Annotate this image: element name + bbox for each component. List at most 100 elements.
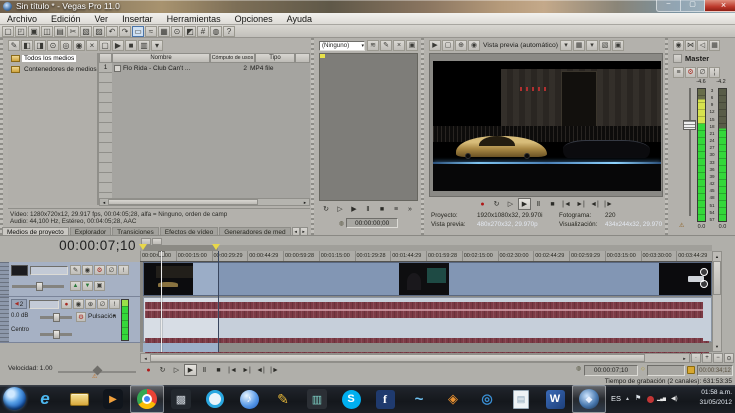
taskbar-media-player-button[interactable]: ▶ xyxy=(96,385,130,413)
solo-track-button[interactable]: ! xyxy=(118,265,129,275)
solo-track-button[interactable]: ! xyxy=(109,299,120,309)
start-preview-button[interactable]: ▶ xyxy=(112,39,124,51)
trimmer-plugin-dropdown[interactable]: (Ninguno) ▾ xyxy=(319,40,365,51)
undo-button[interactable]: ↶ xyxy=(106,25,118,37)
play-from-start-button[interactable]: ▷ xyxy=(504,198,517,210)
vscroll-up-arrow[interactable]: ▲ xyxy=(713,252,721,261)
close-media-button[interactable]: × xyxy=(393,40,405,51)
playhead-cursor[interactable] xyxy=(161,251,162,352)
timeline-hscrollbar[interactable]: ◄ ► xyxy=(140,353,690,363)
scroll-right-arrow[interactable]: ► xyxy=(301,200,309,205)
master-fx-button[interactable]: ⚙ xyxy=(685,66,696,78)
pause-button[interactable]: Ⅱ xyxy=(532,198,545,210)
audio-pan-slider[interactable] xyxy=(40,330,72,339)
taskbar-notepad-button[interactable]: ▤ xyxy=(504,385,538,413)
audio-event[interactable] xyxy=(143,297,712,354)
media-panel-grip[interactable] xyxy=(0,38,5,235)
views-button[interactable]: ▥ xyxy=(138,39,150,51)
loop-start-marker[interactable] xyxy=(139,244,147,250)
next-frame-button[interactable]: |► xyxy=(602,198,615,210)
taskbar-movie-maker-button[interactable]: ▥ xyxy=(300,385,334,413)
column-header-usos[interactable]: Cómputo de usos xyxy=(210,53,255,63)
invert-phase-button[interactable]: ◉ xyxy=(73,299,84,309)
start-button[interactable] xyxy=(3,387,26,410)
audio-track-lane[interactable] xyxy=(140,297,712,354)
play-button[interactable]: ▶ xyxy=(348,203,361,215)
cd-layout-button[interactable] xyxy=(152,238,162,245)
event-crop-handle-icon[interactable] xyxy=(700,280,708,288)
help-button[interactable]: ? xyxy=(223,25,235,37)
redo-button[interactable]: ↷ xyxy=(119,25,131,37)
trimmer-history-button[interactable]: ≋ xyxy=(367,40,379,51)
mode-dropdown-arrow[interactable]: ▾ xyxy=(113,313,116,319)
go-to-end-button[interactable]: ►| xyxy=(240,364,253,376)
track-fx-button[interactable]: ⚙ xyxy=(94,265,105,275)
video-overlay-button[interactable]: ⊕ xyxy=(455,40,467,51)
mute-button[interactable]: ∅ xyxy=(697,66,708,78)
record-button[interactable]: ● xyxy=(142,364,155,376)
overlay-dropdown-arrow-icon[interactable]: ▾ xyxy=(586,40,599,51)
external-monitor-button[interactable]: ▢ xyxy=(442,40,454,51)
clip-warning-icon[interactable]: ⚠ xyxy=(679,222,684,229)
solo-button[interactable]: ¦ xyxy=(709,66,720,78)
save-button[interactable]: ▣ xyxy=(28,25,40,37)
vscroll-thumb[interactable] xyxy=(713,261,721,295)
trimmer-button[interactable]: ◩ xyxy=(184,25,196,37)
menu-item[interactable]: Herramientas xyxy=(160,14,228,24)
cut-button[interactable]: ✂ xyxy=(67,25,79,37)
audio-mode-label[interactable]: Pulsación xyxy=(88,313,116,320)
go-to-start-button[interactable]: |◄ xyxy=(226,364,239,376)
preview-video-frame[interactable] xyxy=(433,61,661,191)
play-from-start-button[interactable]: ▷ xyxy=(170,364,183,376)
loop-end-marker[interactable] xyxy=(212,244,220,250)
track-motion-button[interactable]: ◉ xyxy=(82,265,93,275)
media-bin-item[interactable]: Contenedores de medios xyxy=(8,64,97,75)
copy-snapshot-button[interactable]: ▧ xyxy=(599,40,612,51)
normal-edit-tool-button[interactable]: ▭ xyxy=(132,25,144,37)
timeline-timecode-display[interactable]: 00:00:07;10 xyxy=(8,238,136,253)
track-fx-gear-button[interactable]: ⚙ xyxy=(76,312,86,322)
slider-handle[interactable] xyxy=(53,330,60,339)
taskbar-chrome-button[interactable] xyxy=(130,385,164,413)
save-snapshot-button[interactable]: ▣ xyxy=(612,40,625,51)
tray-volume-icon[interactable]: ◀) xyxy=(671,385,678,413)
menu-item[interactable]: Archivo xyxy=(0,14,44,24)
scroll-left-arrow[interactable]: ◄ xyxy=(100,200,108,205)
track-name-edit-button[interactable]: ✎ xyxy=(70,265,81,275)
timeline-vscrollbar[interactable]: ▲ ▼ xyxy=(712,251,722,352)
arm-record-button[interactable]: ● xyxy=(61,299,72,309)
zoom-out-button[interactable]: − xyxy=(713,353,723,363)
mute-track-button[interactable]: ∅ xyxy=(106,265,117,275)
get-media-from-web-button[interactable]: ◎ xyxy=(60,39,72,51)
snapping-button[interactable]: # xyxy=(197,25,209,37)
trimmer-timecode[interactable]: 00:00:00;00 xyxy=(346,218,399,228)
capture-video-button[interactable]: ⊙ xyxy=(47,39,59,51)
previous-frame-button[interactable]: ◄| xyxy=(254,364,267,376)
slider-handle[interactable] xyxy=(36,282,43,291)
track-name-field[interactable] xyxy=(29,300,59,309)
video-event[interactable] xyxy=(143,262,712,296)
interactive-tutorials-button[interactable]: ◍ xyxy=(210,25,222,37)
new-bin-button[interactable]: ▢ xyxy=(99,39,111,51)
menu-item[interactable]: Ayuda xyxy=(280,14,319,24)
media-fx-button[interactable]: ◧ xyxy=(21,39,33,51)
dim-output-button[interactable]: ⋈ xyxy=(685,39,696,51)
taskbar-skype-button[interactable]: S xyxy=(334,385,368,413)
selection-start-field[interactable] xyxy=(647,365,685,376)
selection-edit-tool-button[interactable]: ▦ xyxy=(158,25,170,37)
selection-end-line[interactable] xyxy=(218,251,219,352)
hscroll-right-arrow[interactable]: ► xyxy=(680,356,689,361)
play-button[interactable]: ▶ xyxy=(184,364,197,376)
taskbar-picasa-button[interactable]: ◈ xyxy=(436,385,470,413)
mute-track-button[interactable]: ∅ xyxy=(97,299,108,309)
pause-button[interactable]: Ⅱ xyxy=(362,203,375,215)
tray-network-icon[interactable]: ▂▄▆ xyxy=(657,385,666,413)
video-output-fx-button[interactable]: ▶ xyxy=(429,40,441,51)
column-header-nombre[interactable]: Nombre xyxy=(112,53,210,63)
grid-overlay-button[interactable]: ▦ xyxy=(573,40,586,51)
preview-quality-label[interactable]: Vista previa (automático) xyxy=(483,42,558,49)
menu-item[interactable]: Opciones xyxy=(228,14,280,24)
mute-output-button[interactable]: ◁ xyxy=(697,39,708,51)
record-button[interactable]: ● xyxy=(476,198,489,210)
taskbar-media-player-classic-button[interactable]: ▩ xyxy=(164,385,198,413)
